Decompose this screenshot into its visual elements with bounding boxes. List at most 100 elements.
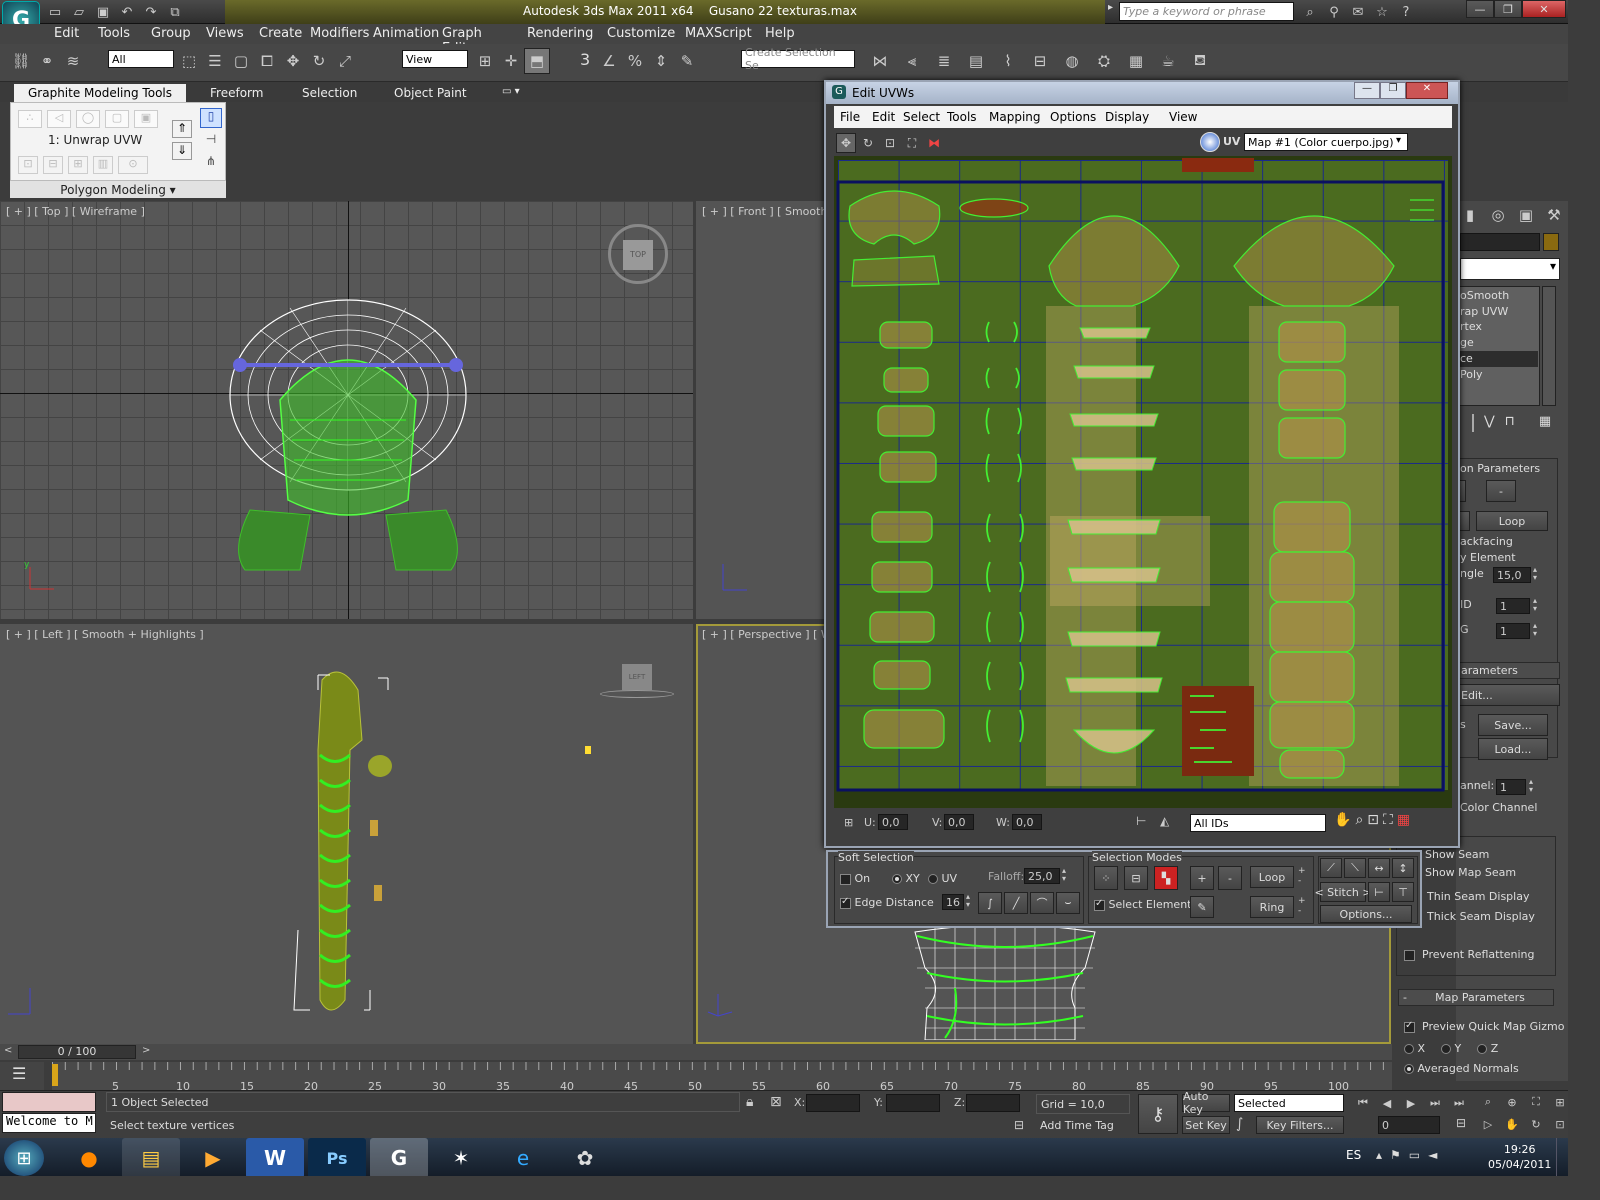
pan-icon[interactable]: ✋ bbox=[1334, 812, 1351, 828]
uvw-menu-select[interactable]: Select bbox=[903, 110, 947, 124]
light-object[interactable] bbox=[585, 746, 591, 754]
ribbon-options-icon[interactable]: ▭ ▾ bbox=[502, 86, 520, 97]
help-icon[interactable]: ? bbox=[1396, 2, 1416, 22]
stitch-button[interactable]: < Stitch > bbox=[1314, 882, 1372, 902]
time-config-icon[interactable]: ⊟ bbox=[1456, 1116, 1466, 1130]
v-field[interactable]: 0,0 bbox=[944, 814, 974, 830]
options-button[interactable]: Options... bbox=[1320, 905, 1412, 923]
snap-toggle-icon[interactable]: 3 bbox=[580, 50, 590, 69]
angle-snap-icon[interactable]: ∠ bbox=[596, 48, 622, 74]
ring-spinner[interactable]: + - bbox=[1298, 896, 1306, 916]
object-name-field[interactable] bbox=[1460, 233, 1540, 251]
link-icon[interactable]: ⛓ bbox=[8, 48, 34, 74]
soft-xy-radio[interactable]: XY bbox=[892, 872, 920, 885]
keyboard-shortcut-icon[interactable]: ⬒ bbox=[524, 48, 550, 74]
pin-stack-icon[interactable]: ⊣ bbox=[200, 132, 222, 150]
uvw-menu-mapping[interactable]: Mapping bbox=[989, 110, 1050, 124]
key-filters-button[interactable]: Key Filters... bbox=[1256, 1116, 1344, 1134]
render-setup-icon[interactable]: ⛭ bbox=[1088, 48, 1120, 74]
ring-icon[interactable]: ▥ bbox=[93, 156, 113, 174]
smooth-falloff-icon[interactable]: ∫ bbox=[978, 892, 1002, 914]
x-coord-field[interactable] bbox=[806, 1094, 860, 1112]
word-icon[interactable]: W bbox=[246, 1138, 304, 1176]
select-manipulate-icon[interactable]: ✛ bbox=[498, 48, 524, 74]
ignore-backfacing-label[interactable]: ackfacing bbox=[1460, 535, 1513, 548]
tray-arrow-icon[interactable]: ▴ bbox=[1376, 1148, 1382, 1162]
hierarchy-tab-icon[interactable]: ▮ bbox=[1458, 204, 1482, 226]
zoom-extents-icon[interactable]: ⛶ bbox=[1383, 812, 1393, 828]
ring-mode-button[interactable]: Ring bbox=[1250, 896, 1294, 918]
render-iterative-icon[interactable]: ⛾ bbox=[1184, 48, 1216, 74]
axis-x-radio[interactable]: X bbox=[1404, 1042, 1425, 1055]
prevent-reflattening-checkbox[interactable] bbox=[1404, 949, 1415, 961]
3dsmax-taskbar-icon[interactable]: G bbox=[370, 1138, 428, 1176]
planar-angle-field[interactable]: 15,0 bbox=[1493, 567, 1531, 583]
bind-spacewarp-icon[interactable]: ≋ bbox=[60, 48, 86, 74]
default-tangent-icon[interactable]: ∫ bbox=[1236, 1116, 1243, 1132]
space-vertical-icon[interactable]: ⊤ bbox=[1392, 882, 1414, 902]
loop-icon[interactable]: ⊞ bbox=[68, 156, 88, 174]
redo-icon[interactable]: ↷ bbox=[142, 3, 160, 21]
nav-maximize-icon[interactable]: ⊡ bbox=[1550, 1114, 1568, 1134]
edge-spinner[interactable]: ▴ ▾ bbox=[966, 893, 970, 909]
preview-gizmo-option[interactable]: Preview Quick Map Gizmo bbox=[1404, 1020, 1564, 1033]
clock[interactable]: 19:26 05/04/2011 bbox=[1488, 1142, 1551, 1172]
communication-icon[interactable]: ✉ bbox=[1348, 2, 1368, 22]
y-coord-field[interactable] bbox=[886, 1094, 940, 1112]
percent-snap-icon[interactable]: % bbox=[622, 48, 648, 74]
nav-zoom-icon[interactable]: ⌕ bbox=[1478, 1092, 1498, 1112]
rollout-title-parameters[interactable]: arameters bbox=[1456, 662, 1560, 679]
falloff-field[interactable]: 25,0 bbox=[1024, 868, 1060, 884]
named-selection-dropdown[interactable]: Create Selection Se bbox=[741, 46, 855, 72]
motion-tab-icon[interactable]: ◎ bbox=[1486, 204, 1510, 226]
project-folder-icon[interactable]: ⧉ bbox=[166, 3, 184, 21]
modifier-list-dropdown[interactable]: ▾ bbox=[1460, 258, 1560, 280]
weld-icon[interactable]: ⟋ bbox=[1320, 858, 1342, 878]
render-teapot-icon[interactable]: ☕ bbox=[1152, 48, 1184, 74]
show-desktop-button[interactable] bbox=[1556, 1138, 1568, 1176]
auto-key-button[interactable]: Auto Key bbox=[1182, 1090, 1230, 1116]
tab-freeform[interactable]: Freeform bbox=[210, 86, 263, 100]
prev-frame-icon[interactable]: ◀︎ bbox=[1376, 1094, 1398, 1112]
stack-item[interactable]: oSmooth bbox=[1460, 288, 1538, 304]
select-id-field[interactable]: 1 bbox=[1496, 598, 1530, 614]
edge-distance-option[interactable]: Edge Distance bbox=[840, 896, 934, 909]
layer-manager-icon[interactable]: ≣ bbox=[928, 48, 960, 74]
nav-zoom-extents-all-icon[interactable]: ⊞ bbox=[1550, 1092, 1568, 1112]
stack-up-icon[interactable]: ⇑ bbox=[172, 120, 192, 138]
search-arrow-icon[interactable]: ▸ bbox=[1108, 2, 1118, 22]
reference-coord-dropdown[interactable]: View bbox=[402, 50, 468, 68]
current-frame-marker[interactable] bbox=[52, 1064, 58, 1086]
tab-selection[interactable]: Selection bbox=[302, 86, 357, 100]
polygon-mode-icon[interactable]: ▢ bbox=[105, 110, 129, 128]
grow-icon[interactable]: ⊡ bbox=[18, 156, 38, 174]
show-result-icon[interactable]: ⋁ bbox=[1484, 414, 1495, 432]
current-frame-field[interactable]: 0 bbox=[1378, 1116, 1440, 1134]
uvw-menu-options[interactable]: Options bbox=[1050, 110, 1105, 124]
channel-spinner[interactable]: ▴ ▾ bbox=[1529, 778, 1533, 794]
expand-selection-button[interactable]: + bbox=[1190, 866, 1214, 890]
save-button[interactable]: Save... bbox=[1478, 714, 1548, 736]
configure-sets-icon[interactable]: ▦ bbox=[1539, 414, 1551, 432]
show-map-icon[interactable] bbox=[1200, 132, 1220, 152]
loop-mode-button[interactable]: Loop bbox=[1250, 866, 1294, 888]
uvw-scale-icon[interactable]: ⊡ bbox=[880, 133, 900, 153]
delete-modifier-icon[interactable]: ⊓ bbox=[1505, 414, 1515, 432]
render-frame-icon[interactable]: ▦ bbox=[1120, 48, 1152, 74]
soft-uv-radio[interactable]: UV bbox=[928, 872, 957, 885]
edge-mode-icon[interactable]: ◁ bbox=[47, 110, 71, 128]
panel-title[interactable]: Polygon Modeling ▾ bbox=[10, 180, 226, 198]
face-sub-icon[interactable]: ▚ bbox=[1154, 866, 1178, 890]
load-button[interactable]: Load... bbox=[1478, 738, 1548, 760]
shrink-icon[interactable]: ⊟ bbox=[43, 156, 63, 174]
photoshop-icon[interactable]: Ps bbox=[308, 1138, 366, 1176]
hide-icon[interactable]: ◭ bbox=[1160, 814, 1169, 828]
averaged-normals-option[interactable]: Averaged Normals bbox=[1404, 1062, 1519, 1075]
material-editor-icon[interactable]: ◍ bbox=[1056, 48, 1088, 74]
set-key-button[interactable]: Set Key bbox=[1182, 1116, 1230, 1134]
selection-lock-icon[interactable]: 🔒︎ bbox=[746, 1094, 753, 1110]
object-color-swatch[interactable] bbox=[1543, 233, 1559, 251]
texture-map-dropdown[interactable]: Map #1 (Color cuerpo.jpg) bbox=[1244, 133, 1408, 151]
element-mode-icon[interactable]: ▣ bbox=[134, 110, 158, 128]
unlink-icon[interactable]: ⚭ bbox=[34, 48, 60, 74]
